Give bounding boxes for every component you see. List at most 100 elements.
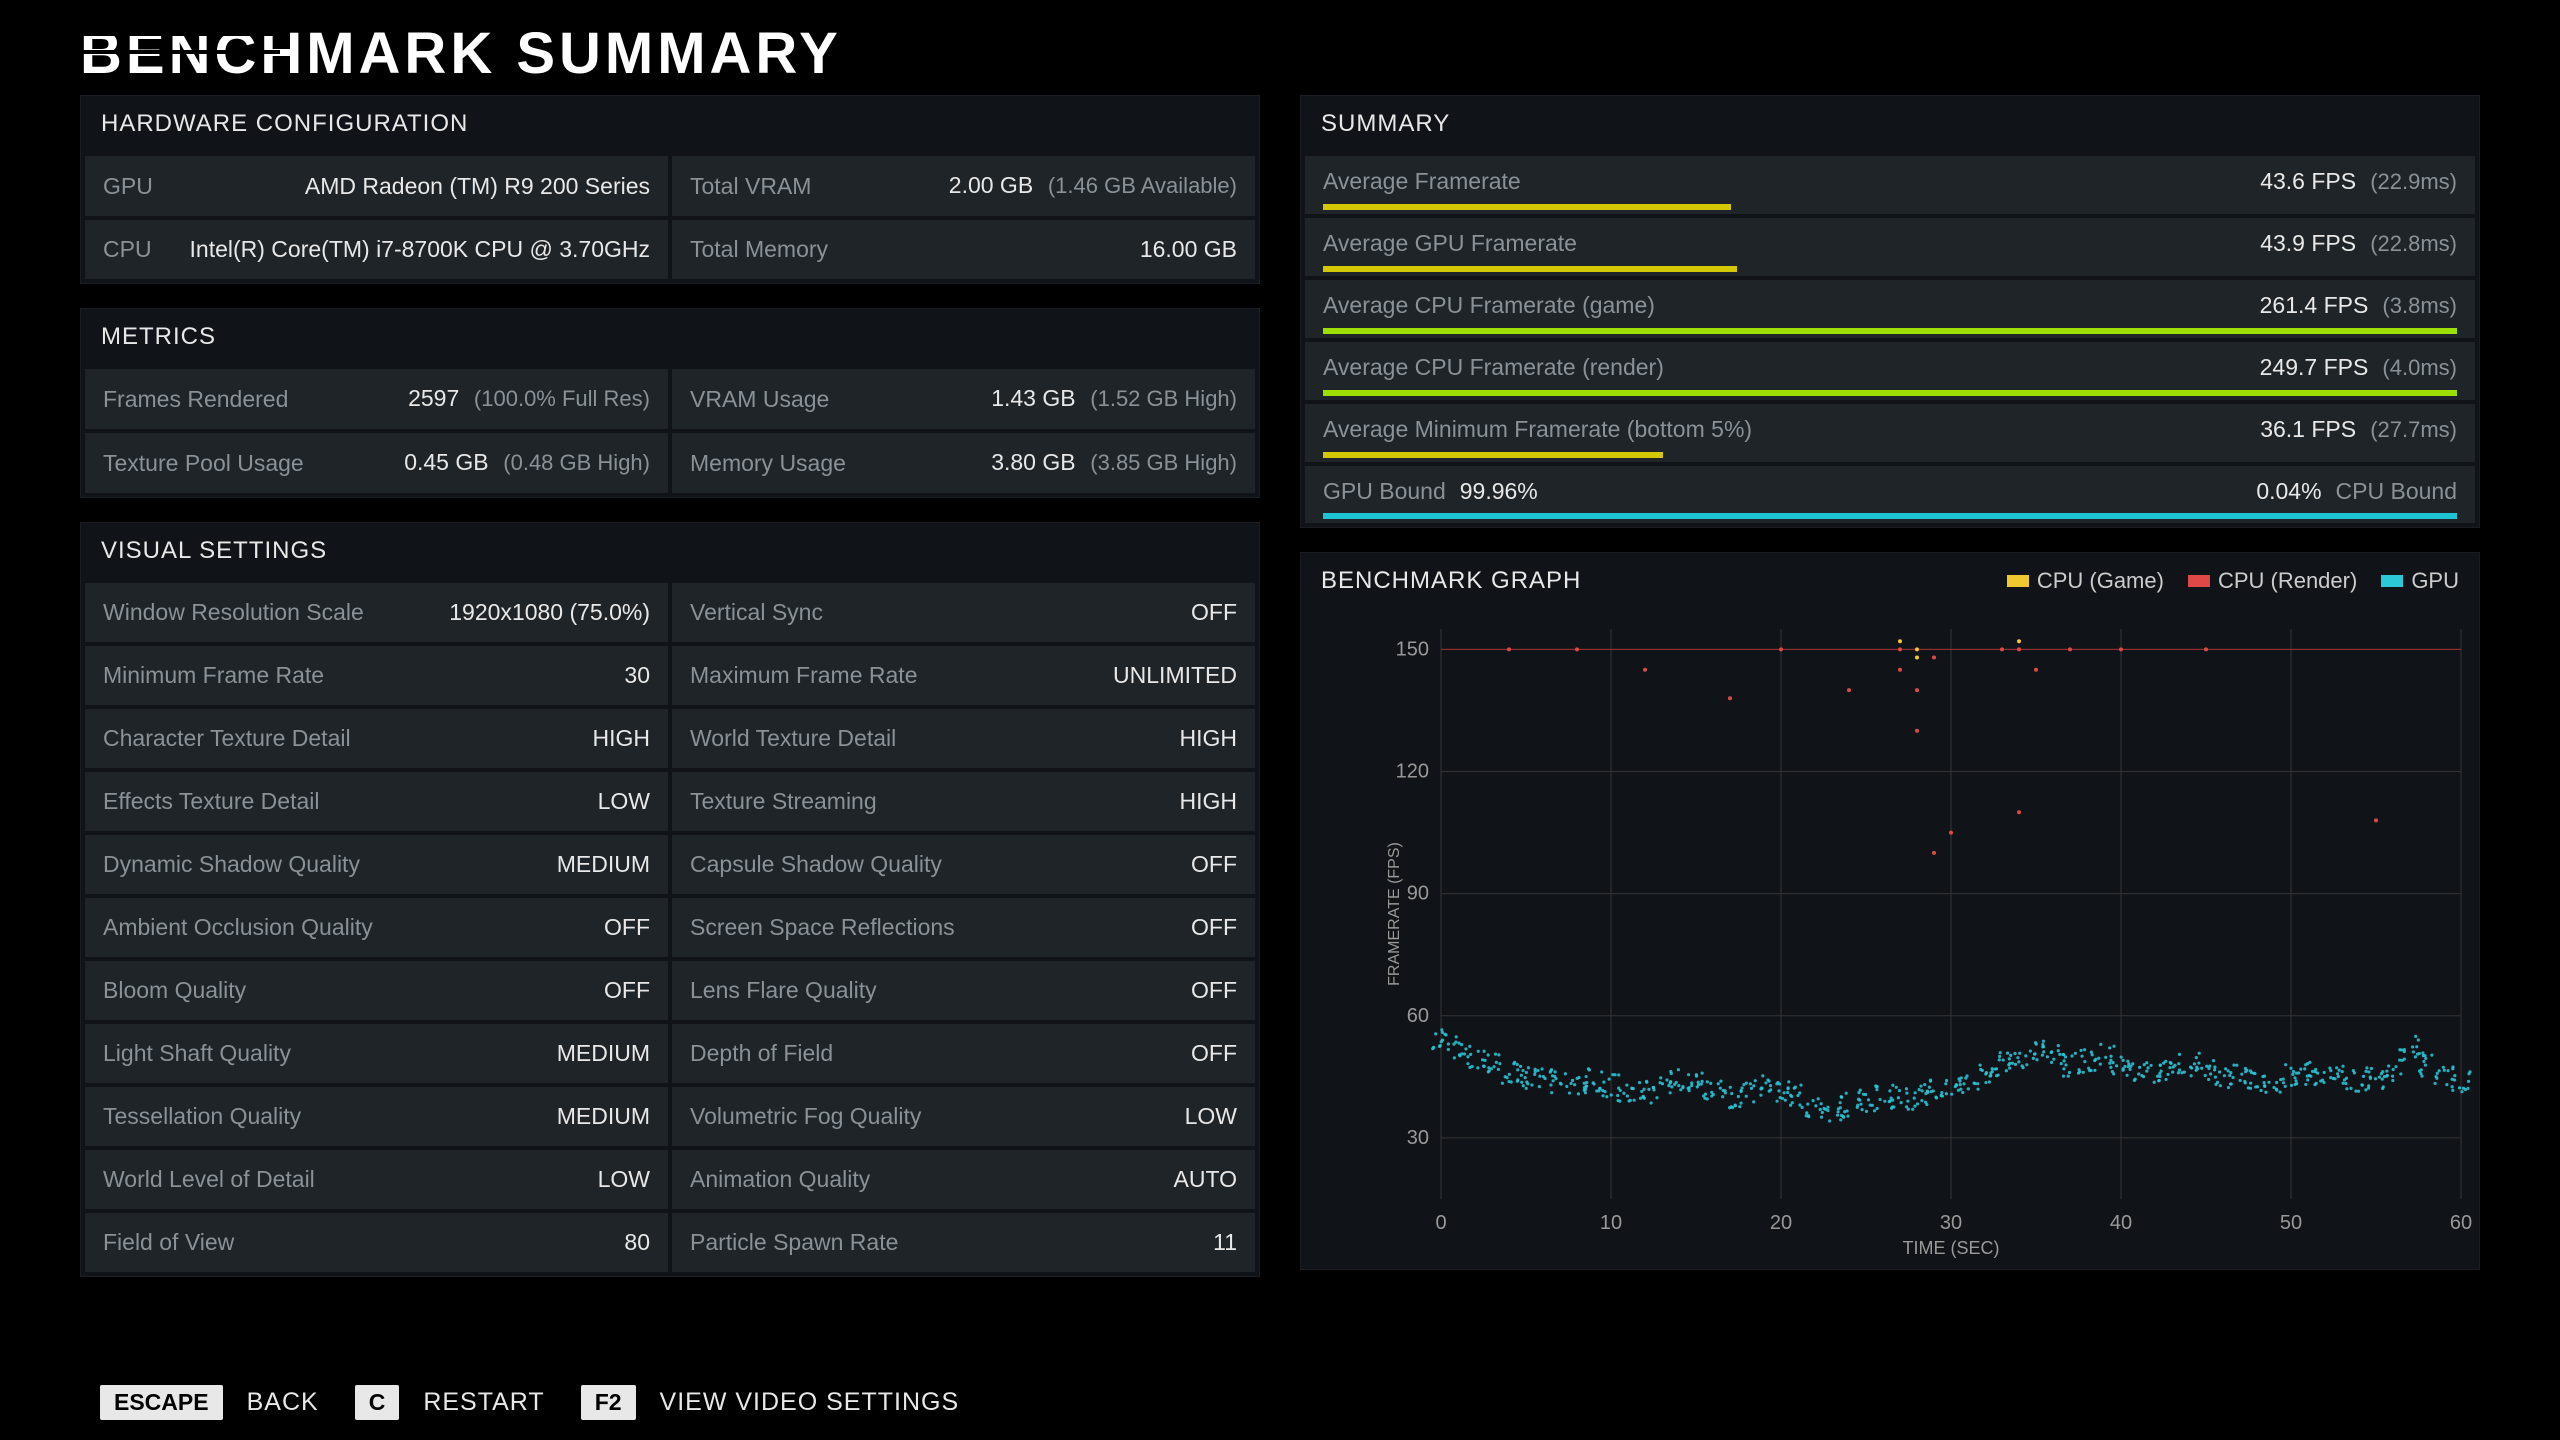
gpu-bound-label: GPU Bound	[1323, 478, 1446, 505]
label: Field of View	[103, 1229, 234, 1256]
metrics-header: METRICS	[81, 309, 1259, 365]
benchmark-chart: 0102030405060306090120150TIME (SEC)FRAME…	[1381, 619, 2481, 1259]
svg-text:10: 10	[1600, 1212, 1622, 1234]
svg-text:150: 150	[1396, 638, 1429, 660]
graph-title: BENCHMARK GRAPH	[1321, 567, 1581, 595]
metric-tex: Texture Pool Usage 0.45 GB (0.48 GB High…	[85, 433, 668, 493]
footer-controls: ESCAPE BACK C RESTART F2 VIEW VIDEO SETT…	[100, 1385, 971, 1420]
visual-setting-row: Ambient Occlusion QualityOFF	[85, 898, 668, 957]
label: CPU	[103, 236, 152, 263]
label: Total Memory	[690, 236, 828, 263]
visual-setting-row: Vertical SyncOFF	[672, 583, 1255, 642]
c-key[interactable]: C	[355, 1385, 400, 1420]
label: Lens Flare Quality	[690, 977, 877, 1004]
bar-icon	[1323, 204, 1731, 210]
metric-mem: Memory Usage 3.80 GB (3.85 GB High)	[672, 433, 1255, 493]
label: Maximum Frame Rate	[690, 662, 917, 689]
restart-button[interactable]: RESTART	[423, 1388, 544, 1417]
value: 3.80 GB	[991, 449, 1075, 475]
escape-key[interactable]: ESCAPE	[100, 1385, 223, 1420]
label: World Level of Detail	[103, 1166, 315, 1193]
value: LOW	[598, 788, 650, 815]
legend-label: GPU	[2411, 568, 2459, 594]
svg-text:60: 60	[1407, 1005, 1429, 1027]
label: Average Minimum Framerate (bottom 5%)	[1323, 416, 1752, 444]
visual-setting-row: Screen Space ReflectionsOFF	[672, 898, 1255, 957]
metrics-panel: METRICS Frames Rendered 2597 (100.0% Ful…	[80, 308, 1260, 498]
svg-text:30: 30	[1940, 1212, 1962, 1234]
hw-cpu: CPU Intel(R) Core(TM) i7-8700K CPU @ 3.7…	[85, 220, 668, 279]
visual-setting-row: Light Shaft QualityMEDIUM	[85, 1024, 668, 1083]
bar-icon	[1323, 390, 2457, 396]
value: MEDIUM	[557, 851, 650, 878]
summary-header: SUMMARY	[1301, 96, 2479, 152]
visual-setting-row: Bloom QualityOFF	[85, 961, 668, 1020]
value: 30	[624, 662, 650, 689]
visual-setting-row: Minimum Frame Rate 30	[85, 646, 668, 705]
hw-vram: Total VRAM 2.00 GB (1.46 GB Available)	[672, 156, 1255, 216]
sub: (1.52 GB High)	[1090, 386, 1237, 411]
label: Volumetric Fog Quality	[690, 1103, 921, 1130]
label: Bloom Quality	[103, 977, 246, 1004]
value: AUTO	[1174, 1166, 1237, 1193]
value: MEDIUM	[557, 1040, 650, 1067]
label: Minimum Frame Rate	[103, 662, 324, 689]
visual-setting-row: Effects Texture DetailLOW	[85, 772, 668, 831]
visual-setting-row: Particle Spawn Rate11	[672, 1213, 1255, 1272]
value: HIGH	[1180, 725, 1238, 752]
svg-text:30: 30	[1407, 1127, 1429, 1149]
value: 2597	[408, 385, 459, 411]
value: 43.9 FPS	[2260, 230, 2356, 256]
visual-panel: VISUAL SETTINGS Window Resolution Scale1…	[80, 522, 1260, 1277]
hw-mem: Total Memory 16.00 GB	[672, 220, 1255, 279]
label: Texture Streaming	[690, 788, 877, 815]
value: 261.4 FPS	[2260, 292, 2369, 318]
value: UNLIMITED	[1113, 662, 1237, 689]
sub: (100.0% Full Res)	[474, 386, 650, 411]
sub: (27.7ms)	[2364, 417, 2457, 442]
sub: (22.9ms)	[2364, 169, 2457, 194]
label: Memory Usage	[690, 450, 846, 477]
label: Average GPU Framerate	[1323, 230, 1577, 258]
summary-item: Average CPU Framerate (game) 261.4 FPS (…	[1305, 280, 2475, 338]
value: OFF	[1191, 1040, 1237, 1067]
value: 249.7 FPS	[2260, 354, 2369, 380]
visual-setting-row: Window Resolution Scale1920x1080 (75.0%)	[85, 583, 668, 642]
value: HIGH	[1180, 788, 1238, 815]
visual-setting-row: Maximum Frame Rate UNLIMITED	[672, 646, 1255, 705]
value: HIGH	[593, 725, 651, 752]
swatch-cyan-icon	[2381, 575, 2403, 587]
bar-icon	[1323, 328, 2457, 334]
visual-setting-row: Volumetric Fog QualityLOW	[672, 1087, 1255, 1146]
cpu-bound-value: 0.04%	[2256, 478, 2321, 505]
swatch-yellow-icon	[2007, 575, 2029, 587]
value: OFF	[604, 914, 650, 941]
value: 36.1 FPS	[2260, 416, 2356, 442]
legend-gpu: GPU	[2381, 568, 2459, 594]
label: Average Framerate	[1323, 168, 1521, 196]
f2-key[interactable]: F2	[581, 1385, 636, 1420]
value: 1920x1080 (75.0%)	[449, 599, 650, 626]
svg-text:50: 50	[2280, 1212, 2302, 1234]
svg-text:20: 20	[1770, 1212, 1792, 1234]
visual-setting-row: Capsule Shadow QualityOFF	[672, 835, 1255, 894]
value: OFF	[1191, 914, 1237, 941]
cpu-bound-label: CPU Bound	[2336, 478, 2457, 505]
label: Capsule Shadow Quality	[690, 851, 942, 878]
value: 43.6 FPS	[2260, 168, 2356, 194]
visual-setting-row: Animation QualityAUTO	[672, 1150, 1255, 1209]
summary-item: Average Framerate 43.6 FPS (22.9ms)	[1305, 156, 2475, 214]
value: 80	[624, 1229, 650, 1256]
view-settings-button[interactable]: VIEW VIDEO SETTINGS	[660, 1388, 960, 1417]
legend-label: CPU (Game)	[2037, 568, 2164, 594]
sub: (1.46 GB Available)	[1048, 173, 1237, 198]
value: OFF	[1191, 977, 1237, 1004]
svg-text:120: 120	[1396, 761, 1429, 783]
summary-item: Average GPU Framerate 43.9 FPS (22.8ms)	[1305, 218, 2475, 276]
bound-bar-icon	[1323, 513, 2457, 519]
back-button[interactable]: BACK	[247, 1388, 319, 1417]
label: GPU	[103, 173, 153, 200]
label: Tessellation Quality	[103, 1103, 301, 1130]
summary-item: Average CPU Framerate (render) 249.7 FPS…	[1305, 342, 2475, 400]
hardware-panel: HARDWARE CONFIGURATION GPU AMD Radeon (T…	[80, 95, 1260, 284]
